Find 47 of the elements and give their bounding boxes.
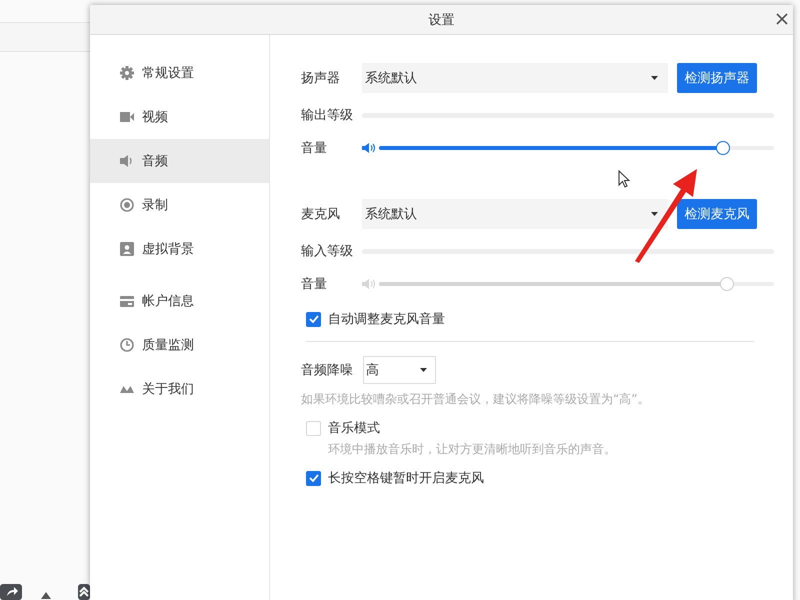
collapse-icon[interactable] [78, 584, 90, 600]
sidebar-item[interactable]: 音频 [90, 139, 269, 183]
checkbox-label: 长按空格键暂时开启麦克风 [328, 470, 484, 487]
device-dropdown[interactable]: 系统默认 [362, 199, 668, 229]
sidebar-item[interactable]: 视频 [90, 95, 269, 139]
portrait-icon [120, 242, 134, 256]
level-label: 输出等级 [301, 107, 354, 124]
camera-icon [120, 112, 134, 122]
device-dropdown[interactable]: 系统默认 [362, 63, 668, 93]
noise-dropdown[interactable]: 高 [363, 356, 436, 384]
speaker-icon [120, 155, 134, 167]
card-icon [120, 296, 134, 306]
checkbox[interactable] [306, 312, 321, 326]
close-icon[interactable] [776, 13, 788, 25]
sidebar-item[interactable]: 常规设置 [90, 51, 269, 95]
share-icon[interactable] [0, 584, 22, 600]
record-icon [120, 198, 134, 212]
sidebar-item[interactable]: 录制 [90, 183, 269, 227]
gear-icon [120, 66, 134, 80]
cursor-icon [618, 170, 630, 188]
device-label: 麦克风 [301, 206, 341, 223]
caret-icon [420, 368, 427, 372]
hint-text: 如果环境比较嘈杂或召开普通会议，建议将降噪等级设置为“高”。 [301, 391, 650, 408]
dialog-title: 设置 [428, 12, 454, 28]
caret-icon [651, 212, 658, 216]
triangle-icon[interactable] [41, 592, 51, 599]
caret-icon [651, 76, 658, 80]
volume-icon [362, 279, 376, 289]
checkbox-label: 音乐模式 [328, 420, 380, 437]
checkbox-label: 自动调整麦克风音量 [328, 311, 445, 328]
sidebar-item[interactable]: 虚拟背景 [90, 227, 269, 271]
volume-label: 音量 [301, 140, 328, 157]
gauge-icon [120, 338, 134, 352]
checkbox[interactable] [306, 470, 321, 486]
test-button[interactable]: 检测扬声器 [677, 63, 757, 93]
wave-icon [120, 385, 134, 393]
volume-icon [362, 143, 376, 153]
test-button[interactable]: 检测麦克风 [677, 199, 757, 229]
sidebar-item[interactable]: 关于我们 [90, 367, 269, 411]
option-description: 环境中播放音乐时，让对方更清晰地听到音乐的声音。 [328, 441, 617, 458]
level-label: 输入等级 [301, 243, 354, 260]
slider-thumb[interactable] [716, 141, 730, 155]
sidebar-item[interactable]: 帐户信息 [90, 279, 269, 323]
volume-label: 音量 [301, 276, 328, 293]
sidebar-item[interactable]: 质量监测 [90, 323, 269, 367]
noise-label: 音频降噪 [301, 362, 354, 379]
device-label: 扬声器 [301, 70, 341, 87]
